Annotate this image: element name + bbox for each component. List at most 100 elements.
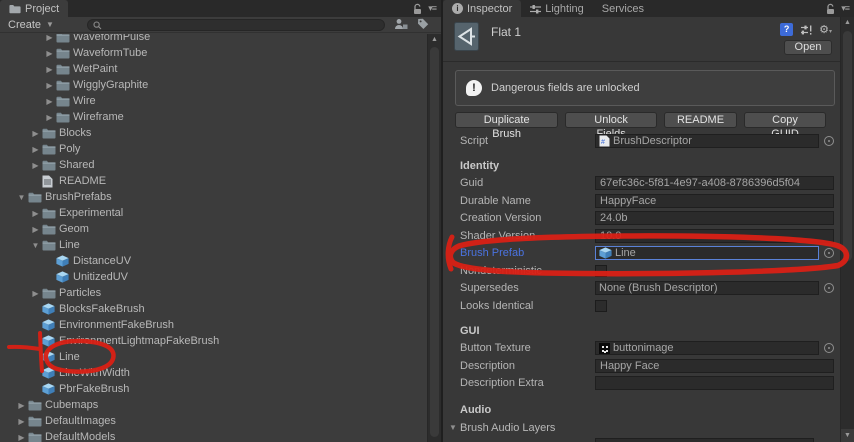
- tree-item-readme[interactable]: README: [0, 173, 427, 189]
- looks-identical-checkbox[interactable]: [595, 299, 607, 312]
- create-button[interactable]: Create ▼: [0, 17, 62, 32]
- scrollbar-thumb[interactable]: [430, 47, 439, 437]
- tree-item-linewithwidth[interactable]: LineWithWidth: [0, 365, 427, 381]
- lock-icon[interactable]: [825, 3, 836, 15]
- folder-icon: [42, 224, 56, 234]
- foldout-right-icon[interactable]: ▶: [43, 49, 56, 58]
- foldout-right-icon[interactable]: ▶: [43, 97, 56, 106]
- tab-project[interactable]: Project: [0, 0, 69, 17]
- foldout-right-icon[interactable]: ▶: [29, 145, 42, 154]
- tree-item-blocksfakebrush[interactable]: BlocksFakeBrush: [0, 301, 427, 317]
- tree-item-wigglygraphite[interactable]: ▶ WigglyGraphite: [0, 77, 427, 93]
- object-picker-icon[interactable]: [824, 283, 834, 294]
- shader-version-field[interactable]: 10.0: [595, 228, 834, 243]
- scroll-down-icon[interactable]: ▼: [841, 429, 854, 442]
- description-field[interactable]: Happy Face: [595, 358, 834, 373]
- object-picker-icon[interactable]: [824, 135, 834, 146]
- tree-item-defaultmodels[interactable]: ▶ DefaultModels: [0, 429, 427, 442]
- tree-item-environmentlightmapfakebrush[interactable]: EnvironmentLightmapFakeBrush: [0, 333, 427, 349]
- presets-icon[interactable]: [800, 24, 812, 36]
- foldout-right-icon[interactable]: ▶: [43, 81, 56, 90]
- tab-inspector[interactable]: i Inspector: [443, 0, 522, 17]
- creation-version-field[interactable]: 24.0b: [595, 211, 834, 226]
- foldout-down-icon[interactable]: ▼: [15, 193, 28, 202]
- field-label: Guid: [460, 177, 484, 190]
- foldout-right-icon[interactable]: ▶: [29, 225, 42, 234]
- tree-item-geom[interactable]: ▶ Geom: [0, 221, 427, 237]
- tree-item-blocks[interactable]: ▶ Blocks: [0, 125, 427, 141]
- brush-prefab-object-field[interactable]: Line: [595, 246, 819, 261]
- tree-item-waveformpulse[interactable]: ▶ WaveformPulse: [0, 34, 427, 45]
- tree-item-icon-slot: [42, 175, 57, 188]
- lock-icon[interactable]: [412, 3, 423, 15]
- panel-menu-icon[interactable]: ▾≡: [428, 3, 437, 14]
- supersedes-object-field[interactable]: None (Brush Descriptor): [595, 281, 819, 296]
- tree-item-brushprefabs[interactable]: ▼ BrushPrefabs: [0, 189, 427, 205]
- copy-guid-button[interactable]: Copy GUID: [744, 112, 826, 140]
- guid-field[interactable]: 67efc36c-5f81-4e97-a408-8786396d5f04: [595, 176, 834, 191]
- tree-item-pbrfakebrush[interactable]: PbrFakeBrush: [0, 381, 427, 397]
- foldout-right-icon[interactable]: ▶: [29, 161, 42, 170]
- foldout-down-icon[interactable]: ▼: [29, 241, 42, 250]
- readme-button[interactable]: README: [663, 112, 738, 128]
- foldout-right-icon[interactable]: ▶: [15, 401, 28, 410]
- object-picker-icon[interactable]: [824, 343, 834, 354]
- foldout-label[interactable]: Brush Audio Layers: [460, 422, 555, 434]
- unlock-fields-button[interactable]: Unlock Fields: [565, 112, 657, 140]
- unity-editor-window: Project ▾≡ Create ▼ ▶ WaveformPulse ▶ Wavef…: [0, 0, 854, 442]
- tree-item-shared[interactable]: ▶ Shared: [0, 157, 427, 173]
- foldout-right-icon[interactable]: ▶: [29, 209, 42, 218]
- tree-item-line[interactable]: ▼ Line: [0, 237, 427, 253]
- inspector-scrollbar[interactable]: ▲ ▼: [840, 17, 854, 442]
- search-by-type-icon[interactable]: [394, 18, 409, 31]
- tree-item-unitizeduv[interactable]: UnitizedUV: [0, 269, 427, 285]
- foldout-right-icon[interactable]: ▶: [29, 289, 42, 298]
- foldout-right-icon[interactable]: ▶: [29, 129, 42, 138]
- button-texture-object-field[interactable]: buttonimage: [595, 341, 819, 356]
- object-picker-icon[interactable]: [824, 248, 834, 259]
- tab-lighting[interactable]: Lighting: [521, 0, 593, 17]
- foldout-right-icon[interactable]: ▶: [15, 433, 28, 442]
- tree-item-waveformtube[interactable]: ▶ WaveformTube: [0, 45, 427, 61]
- search-by-label-icon[interactable]: [416, 18, 429, 30]
- tree-item-defaultimages[interactable]: ▶ DefaultImages: [0, 413, 427, 429]
- folder-icon: [42, 160, 56, 170]
- object-field-value: buttonimage: [613, 342, 674, 355]
- scrollbar-thumb[interactable]: [843, 31, 852, 261]
- tree-item-poly[interactable]: ▶ Poly: [0, 141, 427, 157]
- open-button[interactable]: Open: [784, 40, 832, 55]
- scroll-up-icon[interactable]: ▲: [428, 34, 441, 46]
- field-label: Shader Version: [460, 229, 536, 242]
- search-input[interactable]: [87, 19, 385, 31]
- tree-item-cubemaps[interactable]: ▶ Cubemaps: [0, 397, 427, 413]
- object-field-value: BrushDescriptor: [613, 134, 692, 147]
- tree-item-wire[interactable]: ▶ Wire: [0, 93, 427, 109]
- scroll-up-icon[interactable]: ▲: [841, 17, 854, 29]
- tree-item-line[interactable]: Line: [0, 349, 427, 365]
- script-object-field[interactable]: # BrushDescriptor: [595, 133, 819, 148]
- tree-item-wireframe[interactable]: ▶ Wireframe: [0, 109, 427, 125]
- duplicate-brush-button[interactable]: Duplicate Brush: [455, 112, 559, 140]
- gear-icon[interactable]: ⚙▾: [819, 23, 832, 36]
- panel-menu-icon[interactable]: ▾≡: [841, 3, 850, 14]
- brush-action-buttons: Duplicate Brush Unlock Fields README Cop…: [455, 112, 826, 140]
- project-scrollbar[interactable]: ▲: [427, 34, 441, 442]
- description-extra-field[interactable]: [595, 376, 834, 391]
- durable-name-field[interactable]: HappyFace: [595, 193, 834, 208]
- tree-item-particles[interactable]: ▶ Particles: [0, 285, 427, 301]
- nondeterministic-checkbox[interactable]: [595, 264, 607, 277]
- tree-item-icon-slot: [42, 367, 57, 379]
- tree-item-distanceuv[interactable]: DistanceUV: [0, 253, 427, 269]
- foldout-right-icon[interactable]: ▶: [43, 113, 56, 122]
- foldout-right-icon[interactable]: ▶: [43, 34, 56, 42]
- tree-item-icon-slot: [42, 303, 57, 315]
- foldout-right-icon[interactable]: ▶: [43, 65, 56, 74]
- tree-item-environmentfakebrush[interactable]: EnvironmentFakeBrush: [0, 317, 427, 333]
- tree-item-icon-slot: [42, 240, 57, 251]
- tree-item-wetpaint[interactable]: ▶ WetPaint: [0, 61, 427, 77]
- help-icon[interactable]: ?: [780, 23, 794, 36]
- tree-item-experimental[interactable]: ▶ Experimental: [0, 205, 427, 221]
- tab-services[interactable]: Services: [593, 0, 653, 17]
- foldout-down-icon[interactable]: ▼: [449, 423, 460, 432]
- foldout-right-icon[interactable]: ▶: [15, 417, 28, 426]
